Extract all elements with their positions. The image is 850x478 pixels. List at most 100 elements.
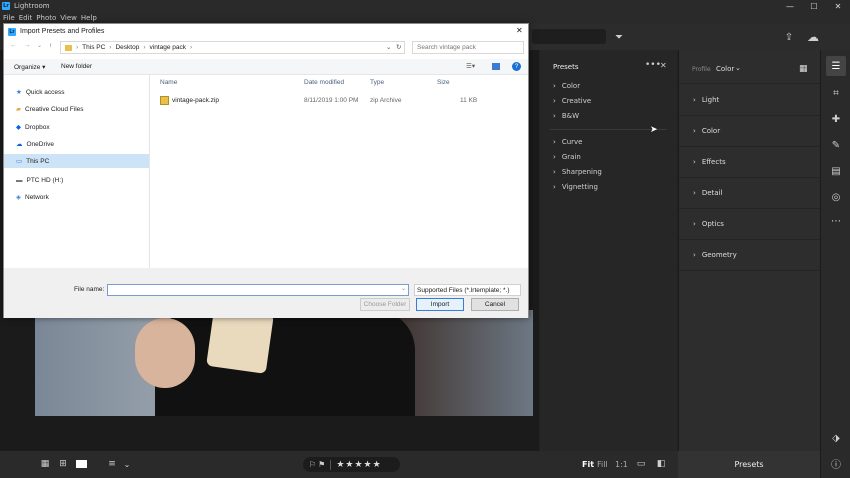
file-type: zip Archive xyxy=(370,97,402,104)
zoom-fit-button[interactable]: Fit xyxy=(582,460,594,469)
menu-file[interactable]: File xyxy=(3,14,15,22)
cloud-sync-icon[interactable]: ☁ xyxy=(806,30,820,44)
profile-browser-icon[interactable]: ▦ xyxy=(799,64,808,74)
linear-gradient-icon[interactable]: ▤ xyxy=(829,164,843,178)
breadcrumb-this-pc[interactable]: This PC xyxy=(82,44,105,51)
column-size[interactable]: Size xyxy=(437,79,450,86)
preset-group-sharpening[interactable]: › Sharpening xyxy=(553,168,602,176)
profile-dropdown[interactable]: Color xyxy=(716,65,734,73)
detail-view-icon[interactable] xyxy=(76,460,87,468)
chevron-right-icon: › xyxy=(693,158,696,166)
before-after-icon[interactable]: ◧ xyxy=(654,457,668,471)
section-effects[interactable]: › Effects xyxy=(679,147,820,178)
path-separator: › xyxy=(190,44,193,51)
breadcrumb-vintage-pack[interactable]: vintage pack xyxy=(150,44,187,51)
new-folder-button[interactable]: New folder xyxy=(61,63,92,70)
column-type[interactable]: Type xyxy=(370,79,384,86)
chevron-down-icon[interactable]: ⌄ xyxy=(386,43,391,51)
menu-photo[interactable]: Photo xyxy=(36,14,56,22)
star-rating[interactable]: ★★★★★ xyxy=(336,460,381,470)
refresh-icon[interactable]: ↻ xyxy=(396,43,401,51)
compare-icon[interactable]: ▭ xyxy=(634,457,648,471)
section-optics[interactable]: › Optics xyxy=(679,209,820,240)
menu-help[interactable]: Help xyxy=(81,14,97,22)
preset-group-curve[interactable]: › Curve xyxy=(553,138,582,146)
crop-icon[interactable]: ⌗ xyxy=(829,86,843,100)
file-name-label: File name: xyxy=(74,286,105,293)
more-tools-icon[interactable]: ⋯ xyxy=(829,214,843,228)
zoom-1to1-button[interactable]: 1:1 xyxy=(615,460,628,469)
menu-edit[interactable]: Edit xyxy=(19,14,33,22)
chevron-down-icon[interactable]: ⌄ xyxy=(401,285,406,292)
chevron-right-icon: › xyxy=(553,183,556,191)
maximize-button[interactable]: ☐ xyxy=(802,0,826,12)
import-button[interactable]: Import xyxy=(416,298,464,311)
menu-view[interactable]: View xyxy=(60,14,77,22)
presets-button[interactable]: Presets xyxy=(678,451,820,478)
close-panel-icon[interactable]: ✕ xyxy=(660,61,667,70)
preset-group-vignetting[interactable]: › Vignetting xyxy=(553,183,598,191)
photo-grid-icon[interactable]: ▦ xyxy=(38,457,52,471)
help-icon[interactable]: ? xyxy=(512,62,521,71)
path-separator: › xyxy=(109,44,112,51)
nav-dropbox[interactable]: ◆ Dropbox xyxy=(4,120,149,134)
flag-reject-icon[interactable]: ⚑ xyxy=(318,460,325,469)
file-row[interactable]: vintage-pack.zip 8/11/2019 1:00 PM zip A… xyxy=(152,94,528,108)
sort-icon[interactable]: ≡ xyxy=(105,457,119,471)
flag-pick-icon[interactable]: ⚐ xyxy=(309,460,316,469)
nav-onedrive[interactable]: ☁ OneDrive xyxy=(4,137,149,151)
dialog-footer: File name: ⌄ Supported Files (*.lrtempla… xyxy=(4,268,528,318)
choose-folder-button[interactable]: Choose Folder xyxy=(360,298,410,311)
path-box[interactable]: › This PC › Desktop › vintage pack › ⌄ ↻ xyxy=(60,41,405,54)
cancel-button[interactable]: Cancel xyxy=(471,298,519,311)
folder-icon: ▰ xyxy=(16,106,21,113)
file-type-filter[interactable]: Supported Files (*.lrtemplate; *.) xyxy=(414,284,521,296)
navigation-pane: ★ Quick access ▰ Creative Cloud Files ◆ Dro… xyxy=(4,75,149,268)
info-icon[interactable]: ⓘ xyxy=(829,456,843,471)
nav-ptc-hd[interactable]: ▬ PTC HD (H:) xyxy=(4,173,149,187)
preview-pane-icon[interactable] xyxy=(492,63,500,70)
square-grid-icon[interactable]: ⊞ xyxy=(56,457,70,471)
column-name[interactable]: Name xyxy=(160,79,177,86)
dialog-close-icon[interactable]: ✕ xyxy=(516,26,523,35)
filter-icon[interactable]: ⏷ xyxy=(612,30,626,44)
share-icon[interactable]: ⇪ xyxy=(782,30,796,44)
dropbox-icon: ◆ xyxy=(16,124,21,131)
chevron-down-icon[interactable]: ⌄ xyxy=(120,457,134,471)
chevron-right-icon: › xyxy=(553,97,556,105)
back-arrow-icon[interactable]: ← xyxy=(10,42,17,49)
preset-group-grain[interactable]: › Grain xyxy=(553,153,581,161)
section-geometry[interactable]: › Geometry xyxy=(679,240,820,271)
brush-icon[interactable]: ✎ xyxy=(829,138,843,152)
forward-arrow-icon[interactable]: → xyxy=(24,42,31,49)
tool-strip: ☰ ⌗ ✚ ✎ ▤ ◎ ⋯ ⬗ ⓘ xyxy=(820,50,850,478)
nav-network[interactable]: ◈ Network xyxy=(4,190,149,204)
more-options-icon[interactable]: ••• xyxy=(645,60,661,70)
section-light[interactable]: › Light xyxy=(679,85,820,116)
file-name-input[interactable] xyxy=(107,284,409,296)
lightroom-search-input[interactable] xyxy=(532,29,606,44)
nav-quick-access[interactable]: ★ Quick access xyxy=(4,85,149,99)
preset-group-creative[interactable]: › Creative xyxy=(553,97,591,105)
radial-gradient-icon[interactable]: ◎ xyxy=(829,190,843,204)
preset-group-bw[interactable]: › B&W xyxy=(553,112,579,120)
chevron-down-icon[interactable]: ⌄ xyxy=(37,42,42,49)
column-date[interactable]: Date modified xyxy=(304,79,344,86)
view-options-icon[interactable]: ☰▾ xyxy=(466,62,475,70)
section-detail[interactable]: › Detail xyxy=(679,178,820,209)
nav-creative-cloud[interactable]: ▰ Creative Cloud Files xyxy=(4,102,149,116)
organize-button[interactable]: Organize ▾ xyxy=(14,63,45,71)
section-color[interactable]: › Color xyxy=(679,116,820,147)
nav-this-pc[interactable]: ▭ This PC xyxy=(4,154,149,168)
up-arrow-icon[interactable]: ↑ xyxy=(49,42,52,49)
edit-sliders-icon[interactable]: ☰ xyxy=(826,56,846,76)
minimize-button[interactable]: — xyxy=(778,0,802,12)
healing-icon[interactable]: ✚ xyxy=(829,112,843,126)
dialog-search-input[interactable]: Search vintage pack xyxy=(412,41,524,54)
edit-panel: Profile Color ⌄ ▦ › Light › Color › Effects… xyxy=(678,50,820,451)
close-window-button[interactable]: ✕ xyxy=(826,0,850,12)
preset-group-color[interactable]: › Color xyxy=(553,82,580,90)
zoom-fill-button[interactable]: Fill xyxy=(597,460,608,469)
tag-icon[interactable]: ⬗ xyxy=(829,431,843,445)
breadcrumb-desktop[interactable]: Desktop xyxy=(115,44,139,51)
